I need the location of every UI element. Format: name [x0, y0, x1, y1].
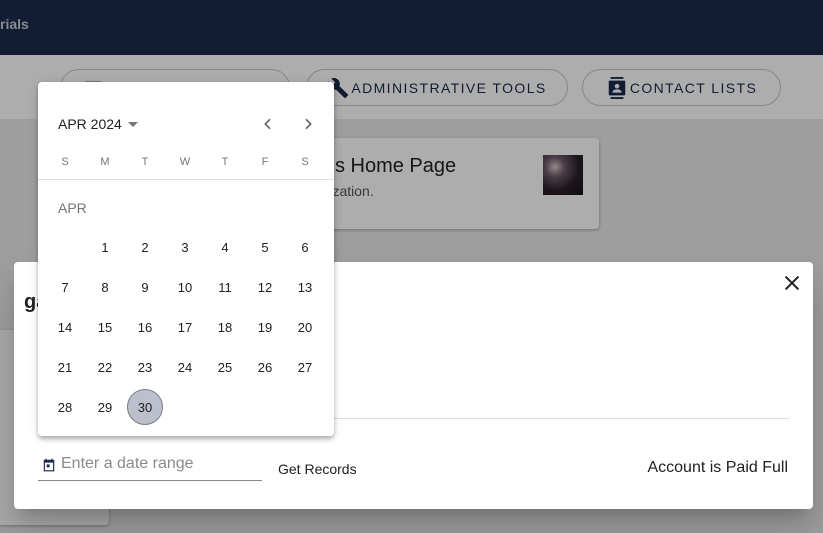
- day-cell[interactable]: 27: [285, 347, 325, 387]
- calendar-icon: [43, 458, 55, 472]
- period-select-button[interactable]: APR 2024: [50, 112, 146, 136]
- day-number: 28: [57, 399, 73, 415]
- day-number: 1: [101, 239, 109, 255]
- day-cell[interactable]: 28: [45, 387, 85, 427]
- day-number: 24: [177, 359, 193, 375]
- day-cell[interactable]: 1: [85, 227, 125, 267]
- day-cell[interactable]: 25: [205, 347, 245, 387]
- next-month-button[interactable]: [294, 110, 322, 138]
- day-number: 11: [218, 279, 232, 295]
- day-cell[interactable]: 10: [165, 267, 205, 307]
- day-number: 19: [257, 319, 273, 335]
- day-cell[interactable]: 26: [245, 347, 285, 387]
- period-label: APR 2024: [58, 116, 122, 132]
- weekday-label: W: [179, 156, 191, 168]
- date-range-field[interactable]: [38, 452, 262, 481]
- weekday-label: S: [301, 156, 309, 168]
- day-cell[interactable]: 24: [165, 347, 205, 387]
- account-status: Account is Paid Full: [647, 459, 788, 476]
- day-cell[interactable]: 14: [45, 307, 85, 347]
- day-number: 13: [297, 279, 313, 295]
- day-number: 3: [181, 239, 189, 255]
- day-cell[interactable]: 19: [245, 307, 285, 347]
- day-cell[interactable]: 11: [205, 267, 245, 307]
- day-number: 15: [97, 319, 113, 335]
- day-cell[interactable]: 3: [165, 227, 205, 267]
- date-range-picker: APR 2024 SMTWTFS APR 1 2 3 4 5 6 7 8 9 10 11 12 13 14…: [38, 82, 334, 436]
- day-cell[interactable]: 21: [45, 347, 85, 387]
- get-records-button[interactable]: Get Records: [268, 455, 367, 483]
- month-label: APR: [58, 200, 87, 216]
- day-cell[interactable]: 7: [45, 267, 85, 307]
- day-number: 30: [127, 389, 163, 425]
- day-number: 20: [297, 319, 313, 335]
- weekday-label: T: [141, 156, 149, 168]
- day-cell[interactable]: 2: [125, 227, 165, 267]
- day-number: 10: [177, 279, 193, 295]
- close-button[interactable]: [781, 272, 803, 294]
- day-number: 7: [61, 279, 69, 295]
- day-cell[interactable]: 29: [85, 387, 125, 427]
- day-cell[interactable]: 6: [285, 227, 325, 267]
- day-number: 2: [141, 239, 149, 255]
- day-number: 4: [221, 239, 229, 255]
- chevron-right-icon: [305, 118, 312, 130]
- day-cell[interactable]: 17: [165, 307, 205, 347]
- day-number: 22: [97, 359, 113, 375]
- day-number: 16: [137, 319, 153, 335]
- day-cell[interactable]: 18: [205, 307, 245, 347]
- day-number: 14: [57, 319, 73, 335]
- day-cell[interactable]: 9: [125, 267, 165, 307]
- date-range-input[interactable]: [61, 452, 251, 476]
- day-cell[interactable]: 22: [85, 347, 125, 387]
- day-number: 5: [261, 239, 269, 255]
- weekday-label: S: [61, 156, 69, 168]
- day-number: 18: [217, 319, 233, 335]
- day-number: 6: [301, 239, 309, 255]
- day-number: 27: [297, 359, 313, 375]
- weekday-label: M: [100, 156, 110, 168]
- day-cell[interactable]: 23: [125, 347, 165, 387]
- previous-month-button[interactable]: [254, 110, 282, 138]
- day-number: 17: [177, 319, 193, 335]
- day-number: 26: [257, 359, 273, 375]
- weekday-header: SMTWTFS: [45, 156, 325, 168]
- weekday-divider: [38, 179, 334, 180]
- day-number: 29: [97, 399, 113, 415]
- day-cell-today[interactable]: 30: [125, 387, 165, 427]
- day-cell[interactable]: 20: [285, 307, 325, 347]
- empty-day-cell: [45, 227, 85, 267]
- day-cell[interactable]: 15: [85, 307, 125, 347]
- weekday-label: F: [261, 156, 269, 168]
- day-number: 23: [137, 359, 153, 375]
- day-cell[interactable]: 5: [245, 227, 285, 267]
- day-cell[interactable]: 13: [285, 267, 325, 307]
- day-number: 21: [57, 359, 73, 375]
- weekday-label: T: [221, 156, 229, 168]
- chevron-left-icon: [264, 118, 271, 130]
- day-number: 9: [141, 279, 149, 295]
- calendar-grid: 1 2 3 4 5 6 7 8 9 10 11 12 13 14 15 16 17 18 19 20 21 22 23 24 2…: [45, 227, 325, 427]
- caret-down-icon: [127, 121, 138, 127]
- day-number: 8: [101, 279, 109, 295]
- day-cell[interactable]: 8: [85, 267, 125, 307]
- day-number: 12: [257, 279, 273, 295]
- day-number: 25: [217, 359, 233, 375]
- day-cell[interactable]: 12: [245, 267, 285, 307]
- close-icon: [784, 275, 800, 291]
- day-cell[interactable]: 4: [205, 227, 245, 267]
- day-cell[interactable]: 16: [125, 307, 165, 347]
